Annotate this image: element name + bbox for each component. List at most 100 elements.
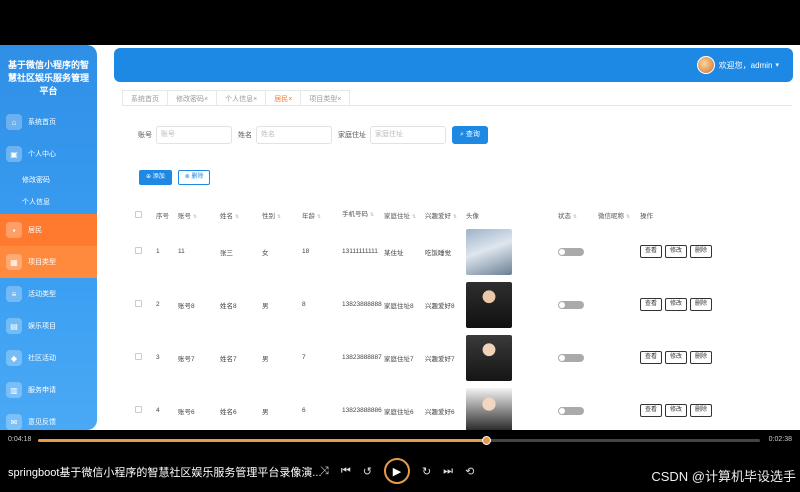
sidebar-item-home[interactable]: ⌂ 系统首页 xyxy=(0,106,97,138)
user-center-icon: ▣ xyxy=(6,146,22,162)
row-checkbox[interactable] xyxy=(130,406,156,415)
cell-photo xyxy=(466,387,558,430)
tab-home[interactable]: 系统首页 xyxy=(122,90,168,105)
sidebar-item-feedback[interactable]: ✉ 意见反馈 xyxy=(0,406,97,430)
sidebar-item-activity-type[interactable]: ≡ 活动类型 xyxy=(0,278,97,310)
col-header[interactable]: 手机号码 ⇅ xyxy=(342,210,384,220)
sidebar-item-user-center[interactable]: ▣ 个人中心 xyxy=(0,138,97,170)
previous-icon[interactable]: ⏮ xyxy=(341,465,351,478)
shuffle-icon[interactable]: ⤨ xyxy=(320,465,329,478)
sidebar-subitem-profile[interactable]: 个人信息 xyxy=(0,192,97,214)
app-screen: 基于微信小程序的智慧社区娱乐服务管理平台 ⌂ 系统首页 ▣ 个人中心 修改密码 … xyxy=(0,45,800,430)
view-button[interactable]: 查看 xyxy=(640,404,663,417)
view-button[interactable]: 查看 xyxy=(640,351,663,364)
close-icon[interactable]: × xyxy=(288,96,292,103)
name-input[interactable]: 姓名 xyxy=(256,126,332,144)
next-icon[interactable]: ⏭ xyxy=(443,465,453,478)
col-header[interactable]: 微信昵称 ⇅ xyxy=(598,210,640,220)
cell-status xyxy=(558,406,598,415)
avatar xyxy=(696,56,715,74)
avatar-photo[interactable] xyxy=(466,387,512,430)
avatar-photo[interactable] xyxy=(466,334,512,381)
avatar-photo[interactable] xyxy=(466,228,512,275)
delete-button[interactable]: 删除 xyxy=(690,245,713,258)
sort-icon[interactable]: ⇅ xyxy=(317,214,321,220)
cell-sex: 男 xyxy=(262,408,269,416)
sidebar-item-project-type[interactable]: ▦ 项目类型 xyxy=(0,246,97,278)
col-header[interactable]: 姓名 ⇅ xyxy=(220,210,262,220)
cell-address: 家庭住址6 xyxy=(384,408,414,416)
status-toggle[interactable] xyxy=(558,353,584,362)
address-input[interactable]: 家庭住址 xyxy=(370,126,446,144)
repeat-icon[interactable]: ⟲ xyxy=(465,465,474,478)
tab-project-type[interactable]: 项目类型× xyxy=(300,90,351,105)
plus-icon: ⊕ xyxy=(146,174,153,180)
sort-icon[interactable]: ⇅ xyxy=(412,214,416,220)
delete-button[interactable]: 删除 xyxy=(690,404,713,417)
col-header[interactable]: 家庭住址 ⇅ xyxy=(384,210,425,220)
col-header[interactable]: 年龄 ⇅ xyxy=(302,210,342,220)
status-toggle[interactable] xyxy=(558,247,584,256)
progress-handle[interactable] xyxy=(481,436,491,445)
tab-label: 个人信息 xyxy=(225,96,254,103)
sort-icon[interactable]: ⇅ xyxy=(235,214,239,220)
row-checkbox[interactable] xyxy=(130,353,156,362)
apply-icon: ▥ xyxy=(6,382,22,398)
status-toggle[interactable] xyxy=(558,300,584,309)
account-input[interactable]: 账号 xyxy=(156,126,232,144)
edit-button[interactable]: 修改 xyxy=(665,351,688,364)
tab-change-password[interactable]: 修改密码× xyxy=(167,90,218,105)
view-button[interactable]: 查看 xyxy=(640,298,663,311)
cell-account: 账号8 xyxy=(178,302,195,310)
sidebar-subitem-change-password[interactable]: 修改密码 xyxy=(0,170,97,192)
cell-operations: 查看 修改 删除 xyxy=(640,245,750,258)
cell-account: 11 xyxy=(178,248,185,255)
rewind-icon[interactable]: ↺ xyxy=(363,465,372,478)
cell-hobby: 吃饭睡觉 xyxy=(425,249,451,257)
view-button[interactable]: 查看 xyxy=(640,245,663,258)
tab-resident[interactable]: 居民× xyxy=(265,90,302,105)
sort-icon[interactable]: ⇅ xyxy=(193,214,197,220)
row-checkbox[interactable] xyxy=(130,300,156,309)
cell-status xyxy=(558,247,598,256)
close-icon[interactable]: × xyxy=(204,96,208,103)
row-checkbox[interactable] xyxy=(130,247,156,256)
col-header[interactable]: 兴趣爱好 ⇅ xyxy=(425,210,466,220)
edit-button[interactable]: 修改 xyxy=(665,245,688,258)
play-button[interactable]: ▶ xyxy=(383,458,410,484)
sidebar-item-community-activity[interactable]: ◆ 社区活动 xyxy=(0,342,97,374)
avatar-photo[interactable] xyxy=(466,281,512,328)
col-header[interactable]: 账号 ⇅ xyxy=(178,210,220,220)
progress-track[interactable] xyxy=(38,436,760,445)
cell-phone: 13823888887 xyxy=(342,353,382,361)
sidebar-item-service-apply[interactable]: ▥ 服务申请 xyxy=(0,374,97,406)
col-header: 序号 xyxy=(156,213,169,220)
delete-button[interactable]: 删除 xyxy=(690,298,713,311)
cell-phone: 13823888888 xyxy=(342,300,382,308)
user-menu[interactable]: 欢迎您，admin ▾ xyxy=(696,56,779,74)
sort-icon[interactable]: ⇅ xyxy=(573,214,577,220)
col-header[interactable]: 状态 ⇅ xyxy=(558,210,598,220)
sort-icon[interactable]: ⇅ xyxy=(453,214,457,220)
add-button[interactable]: ⊕ 添加 xyxy=(139,170,172,185)
sort-icon[interactable]: ⇅ xyxy=(626,214,630,220)
forward-icon[interactable]: ↻ xyxy=(422,465,431,478)
bulk-delete-button[interactable]: ⊗ 删除 xyxy=(177,170,211,185)
col-header[interactable]: 性别 ⇅ xyxy=(262,210,302,220)
col-header: 操作 xyxy=(640,213,653,220)
close-icon[interactable]: × xyxy=(337,96,341,103)
sort-icon[interactable]: ⇅ xyxy=(370,212,374,218)
select-all-checkbox[interactable] xyxy=(130,210,156,220)
tab-profile[interactable]: 个人信息× xyxy=(216,90,267,105)
status-toggle[interactable] xyxy=(558,406,584,415)
edit-button[interactable]: 修改 xyxy=(665,404,688,417)
cell-sex: 男 xyxy=(262,355,269,363)
total-time: 0:02:38 xyxy=(768,436,792,443)
edit-button[interactable]: 修改 xyxy=(665,298,688,311)
sidebar-item-entertainment[interactable]: ▤ 娱乐项目 xyxy=(0,310,97,342)
sidebar-item-resident[interactable]: ▪ 居民 xyxy=(0,214,97,246)
close-icon[interactable]: × xyxy=(253,96,257,103)
delete-button[interactable]: 删除 xyxy=(690,351,713,364)
search-button[interactable]: ⌕ 查询 xyxy=(452,126,488,144)
sort-icon[interactable]: ⇅ xyxy=(277,214,281,220)
